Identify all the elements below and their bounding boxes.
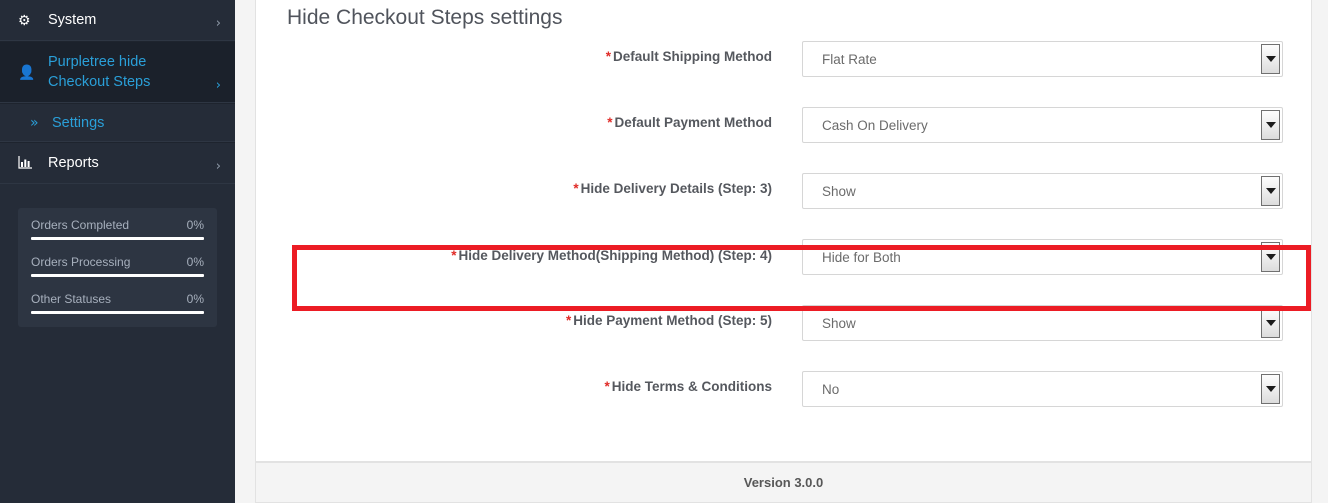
form-row-hide-terms-conditions: * Hide Terms & Conditions No: [256, 371, 1311, 437]
chevron-down-icon[interactable]: [1261, 176, 1280, 206]
form-row-hide-delivery-method: * Hide Delivery Method(Shipping Method) (…: [256, 239, 1311, 305]
sidebar-item-label-settings: Settings: [52, 114, 105, 131]
stat-label: Other Statuses: [31, 292, 112, 306]
field-label: * Hide Terms & Conditions: [256, 371, 776, 396]
select-hide-terms-conditions[interactable]: No: [802, 371, 1283, 407]
stat-label: Orders Completed: [31, 218, 130, 232]
stat-row: Orders Processing 0%: [31, 249, 204, 277]
field-label-text: Default Payment Method: [614, 115, 772, 130]
chevron-down-icon[interactable]: [1261, 308, 1280, 338]
double-chevron-right-icon: »: [30, 114, 39, 131]
page-title: Hide Checkout Steps settings: [287, 6, 563, 29]
stat-progress-bar: [31, 311, 204, 314]
field-control: Show: [776, 173, 1311, 209]
field-label: * Hide Delivery Details (Step: 3): [256, 173, 776, 198]
sidebar-item-label-reports: Reports: [48, 155, 99, 171]
select-hide-delivery-details[interactable]: Show: [802, 173, 1283, 209]
field-control: Flat Rate: [776, 41, 1311, 77]
stat-percent: 0%: [186, 292, 204, 306]
chevron-right-icon: ›: [215, 78, 221, 93]
form-row-default-shipping-method: * Default Shipping Method Flat Rate: [256, 41, 1311, 107]
select-value: Flat Rate: [822, 51, 877, 67]
field-label: * Hide Payment Method (Step: 5): [256, 305, 776, 330]
sidebar-item-label-system: System: [48, 12, 97, 28]
chevron-right-icon: ›: [215, 16, 221, 31]
settings-form: * Default Shipping Method Flat Rate * Defa…: [256, 41, 1311, 437]
required-marker: *: [605, 49, 612, 64]
stat-percent: 0%: [186, 218, 204, 232]
required-marker: *: [573, 181, 579, 196]
select-value: Show: [822, 315, 856, 331]
field-label-text: Hide Terms & Conditions: [611, 379, 772, 394]
field-control: No: [776, 371, 1311, 407]
sidebar-item-reports[interactable]: Reports ›: [0, 142, 235, 184]
sidebar-item-system[interactable]: ⚙ System ›: [0, 0, 235, 41]
form-row-hide-delivery-details: * Hide Delivery Details (Step: 3) Show: [256, 173, 1311, 239]
order-statistics-panel: Orders Completed 0% Orders Processing 0%…: [18, 208, 217, 327]
sidebar: ⚙ System › 👤 Purpletree hide Checkout St…: [0, 0, 235, 503]
user-icon: 👤: [18, 64, 36, 80]
field-label-text: Default Shipping Method: [613, 49, 772, 64]
sidebar-item-settings[interactable]: » Settings: [0, 103, 235, 142]
stat-row: Other Statuses 0%: [31, 286, 204, 314]
field-label: * Default Payment Method: [256, 107, 776, 132]
select-default-payment-method[interactable]: Cash On Delivery: [802, 107, 1283, 143]
panel-footer: Version 3.0.0: [255, 462, 1312, 503]
field-label: * Default Shipping Method: [256, 41, 776, 66]
required-marker: *: [451, 248, 457, 263]
select-value: No: [822, 381, 840, 397]
sidebar-item-label-purpletree: Purpletree hide Checkout Steps: [48, 54, 151, 90]
field-label-text: Hide Delivery Method(Shipping Method) (S…: [458, 248, 773, 263]
sidebar-item-purpletree-hide-checkout-steps[interactable]: 👤 Purpletree hide Checkout Steps ›: [0, 41, 235, 103]
select-value: Show: [822, 183, 856, 199]
field-control: Show: [776, 305, 1311, 341]
select-hide-payment-method[interactable]: Show: [802, 305, 1283, 341]
required-marker: *: [604, 379, 610, 394]
chevron-right-icon: ›: [215, 159, 221, 174]
select-default-shipping-method[interactable]: Flat Rate: [802, 41, 1283, 77]
stat-progress-bar: [31, 237, 204, 240]
select-value: Cash On Delivery: [822, 117, 928, 133]
gear-icon: ⚙: [18, 12, 31, 28]
stat-row: Orders Completed 0%: [31, 218, 204, 240]
chevron-down-icon[interactable]: [1261, 374, 1280, 404]
field-label: * Hide Delivery Method(Shipping Method) (…: [256, 239, 776, 265]
select-hide-delivery-method[interactable]: Hide for Both: [802, 239, 1283, 275]
form-row-hide-payment-method: * Hide Payment Method (Step: 5) Show: [256, 305, 1311, 371]
field-label-text: Hide Payment Method (Step: 5): [573, 313, 772, 328]
stat-percent: 0%: [186, 255, 204, 269]
form-row-default-payment-method: * Default Payment Method Cash On Delivery: [256, 107, 1311, 173]
chevron-down-icon[interactable]: [1261, 242, 1280, 272]
select-value: Hide for Both: [822, 249, 901, 265]
bar-chart-icon: [18, 155, 40, 171]
chevron-down-icon[interactable]: [1261, 44, 1280, 74]
settings-panel: Hide Checkout Steps settings * Default Sh…: [255, 0, 1312, 462]
chevron-down-icon[interactable]: [1261, 110, 1280, 140]
version-text: Version 3.0.0: [743, 475, 824, 490]
field-control: Cash On Delivery: [776, 107, 1311, 143]
stat-label: Orders Processing: [31, 255, 131, 269]
field-label-text: Hide Delivery Details (Step: 3): [580, 181, 772, 196]
stat-progress-bar: [31, 274, 204, 277]
admin-page: ⚙ System › 👤 Purpletree hide Checkout St…: [0, 0, 1328, 503]
field-control: Hide for Both: [776, 239, 1311, 275]
main-content: Hide Checkout Steps settings * Default Sh…: [235, 0, 1328, 503]
